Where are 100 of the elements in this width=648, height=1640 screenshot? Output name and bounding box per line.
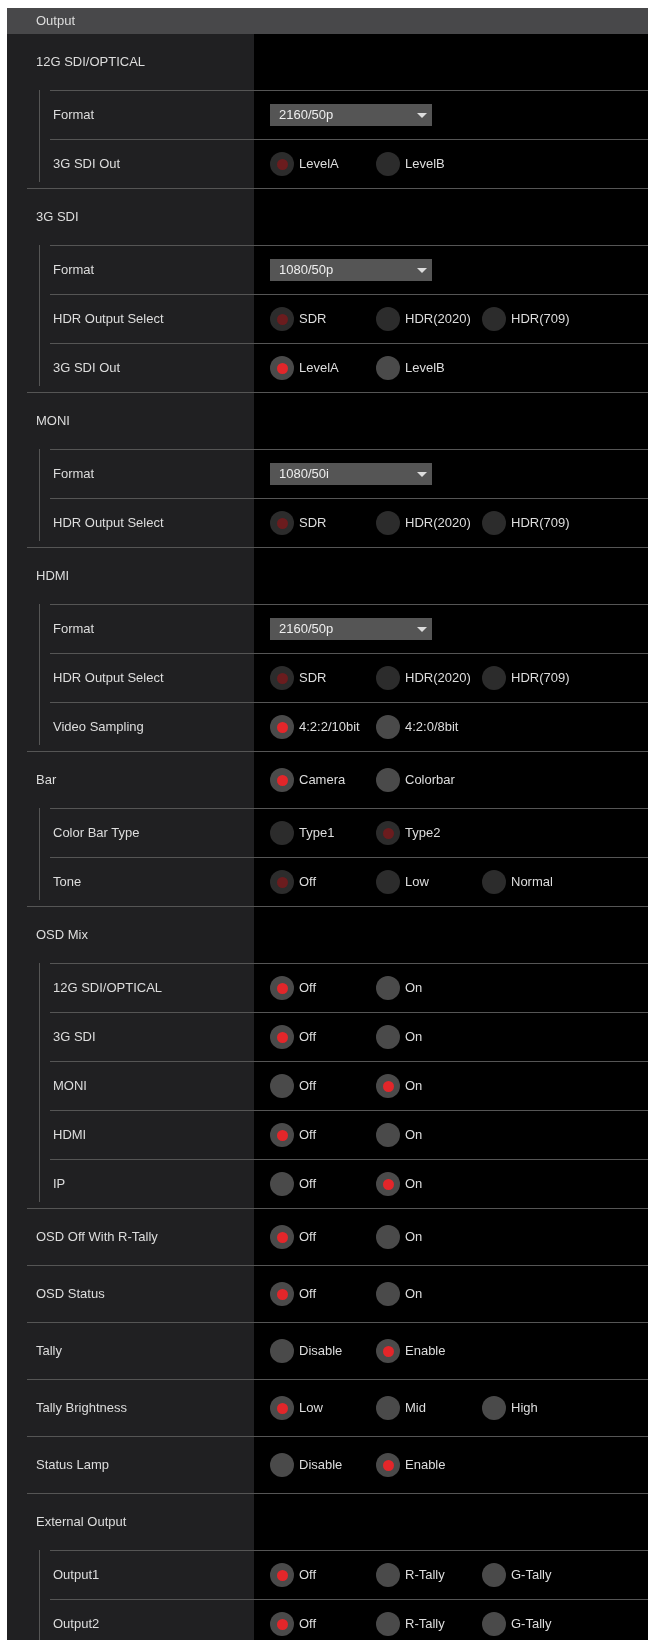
format-dropdown[interactable]: 2160/50p bbox=[270, 618, 432, 640]
option-label: G-Tally bbox=[511, 1615, 552, 1634]
radio-button[interactable] bbox=[270, 356, 294, 380]
option-label: HDR(2020) bbox=[405, 669, 471, 688]
section-label: External Output bbox=[35, 1513, 127, 1532]
radio-button[interactable] bbox=[376, 1025, 400, 1049]
format-dropdown[interactable]: 1080/50i bbox=[270, 463, 432, 485]
option-label: SDR bbox=[299, 669, 327, 688]
section-label: OSD Mix bbox=[35, 926, 88, 945]
option-label: On bbox=[405, 1126, 423, 1145]
section-label: Status Lamp bbox=[35, 1456, 109, 1475]
radio-button[interactable] bbox=[376, 356, 400, 380]
radio-button[interactable] bbox=[270, 1172, 294, 1196]
setting-label: 3G SDI Out bbox=[52, 359, 121, 378]
panel-title: Output bbox=[7, 8, 648, 34]
option-label: Low bbox=[405, 873, 429, 892]
option-label: Off bbox=[299, 1028, 317, 1047]
radio-button[interactable] bbox=[376, 1339, 400, 1363]
setting-label: Format bbox=[52, 261, 95, 280]
caret-icon bbox=[417, 471, 427, 477]
section-label: 3G SDI bbox=[35, 208, 79, 227]
radio-button[interactable] bbox=[376, 1282, 400, 1306]
option-label: On bbox=[405, 1028, 423, 1047]
section-label: HDMI bbox=[35, 567, 70, 586]
option-label: HDR(2020) bbox=[405, 310, 471, 329]
option-label: SDR bbox=[299, 310, 327, 329]
option-label: Off bbox=[299, 1077, 317, 1096]
radio-button[interactable] bbox=[376, 1172, 400, 1196]
setting-label: Format bbox=[52, 465, 95, 484]
option-label: Disable bbox=[299, 1456, 343, 1475]
radio-button[interactable] bbox=[376, 1123, 400, 1147]
radio-button[interactable] bbox=[270, 1123, 294, 1147]
option-label: Colorbar bbox=[405, 771, 455, 790]
option-label: LevelA bbox=[299, 155, 339, 174]
setting-label: MONI bbox=[52, 1077, 87, 1096]
setting-label: Color Bar Type bbox=[52, 824, 140, 843]
radio-button[interactable] bbox=[482, 1612, 506, 1636]
option-label: HDR(2020) bbox=[405, 514, 471, 533]
option-label: On bbox=[405, 1285, 423, 1304]
radio-button[interactable] bbox=[376, 1074, 400, 1098]
radio-button[interactable] bbox=[270, 1025, 294, 1049]
option-label: HDR(709) bbox=[511, 514, 570, 533]
caret-icon bbox=[417, 267, 427, 273]
option-label: 4:2:0/8bit bbox=[405, 718, 459, 737]
radio-button[interactable] bbox=[376, 1396, 400, 1420]
setting-label: Tone bbox=[52, 873, 82, 892]
section-label: OSD Status bbox=[35, 1285, 105, 1304]
radio-button[interactable] bbox=[270, 1453, 294, 1477]
format-dropdown[interactable]: 1080/50p bbox=[270, 259, 432, 281]
option-label: Off bbox=[299, 979, 317, 998]
option-label: High bbox=[511, 1399, 538, 1418]
radio-button[interactable] bbox=[376, 768, 400, 792]
radio-button[interactable] bbox=[376, 1453, 400, 1477]
radio-button[interactable] bbox=[376, 1563, 400, 1587]
section-label: 12G SDI/OPTICAL bbox=[35, 53, 146, 72]
radio-button[interactable] bbox=[376, 715, 400, 739]
radio-button[interactable] bbox=[270, 1282, 294, 1306]
option-label: Type1 bbox=[299, 824, 335, 843]
setting-label: HDMI bbox=[52, 1126, 87, 1145]
section-label: OSD Off With R-Tally bbox=[35, 1228, 158, 1247]
option-label: 4:2:2/10bit bbox=[299, 718, 360, 737]
setting-label: 3G SDI Out bbox=[52, 155, 121, 174]
section-label: MONI bbox=[35, 412, 70, 431]
radio-button[interactable] bbox=[482, 1563, 506, 1587]
format-dropdown[interactable]: 2160/50p bbox=[270, 104, 432, 126]
option-label: On bbox=[405, 979, 423, 998]
radio-button[interactable] bbox=[270, 1612, 294, 1636]
option-label: LevelB bbox=[405, 359, 445, 378]
option-label: Enable bbox=[405, 1456, 446, 1475]
setting-label: 3G SDI bbox=[52, 1028, 96, 1047]
radio-button[interactable] bbox=[482, 1396, 506, 1420]
radio-button[interactable] bbox=[270, 976, 294, 1000]
radio-button[interactable] bbox=[270, 1563, 294, 1587]
caret-icon bbox=[417, 112, 427, 118]
radio-button[interactable] bbox=[376, 1612, 400, 1636]
option-label: LevelB bbox=[405, 155, 445, 174]
option-label: HDR(709) bbox=[511, 669, 570, 688]
setting-label: 12G SDI/OPTICAL bbox=[52, 979, 163, 998]
option-label: Enable bbox=[405, 1342, 446, 1361]
radio-button[interactable] bbox=[270, 1339, 294, 1363]
option-label: LevelA bbox=[299, 359, 339, 378]
radio-button[interactable] bbox=[376, 976, 400, 1000]
option-label: R-Tally bbox=[405, 1566, 445, 1585]
radio-button[interactable] bbox=[376, 1225, 400, 1249]
section-label: Tally Brightness bbox=[35, 1399, 128, 1418]
radio-button[interactable] bbox=[270, 1396, 294, 1420]
setting-label: HDR Output Select bbox=[52, 669, 164, 688]
option-label: Off bbox=[299, 1126, 317, 1145]
option-label: Camera bbox=[299, 771, 346, 790]
option-label: On bbox=[405, 1077, 423, 1096]
radio-button[interactable] bbox=[270, 1225, 294, 1249]
option-label: Off bbox=[299, 1566, 317, 1585]
radio-button[interactable] bbox=[270, 1074, 294, 1098]
setting-label: HDR Output Select bbox=[52, 310, 164, 329]
setting-label: Format bbox=[52, 620, 95, 639]
option-label: Off bbox=[299, 1285, 317, 1304]
setting-label: Video Sampling bbox=[52, 718, 144, 737]
radio-button[interactable] bbox=[270, 715, 294, 739]
option-label: G-Tally bbox=[511, 1566, 552, 1585]
radio-button[interactable] bbox=[270, 768, 294, 792]
